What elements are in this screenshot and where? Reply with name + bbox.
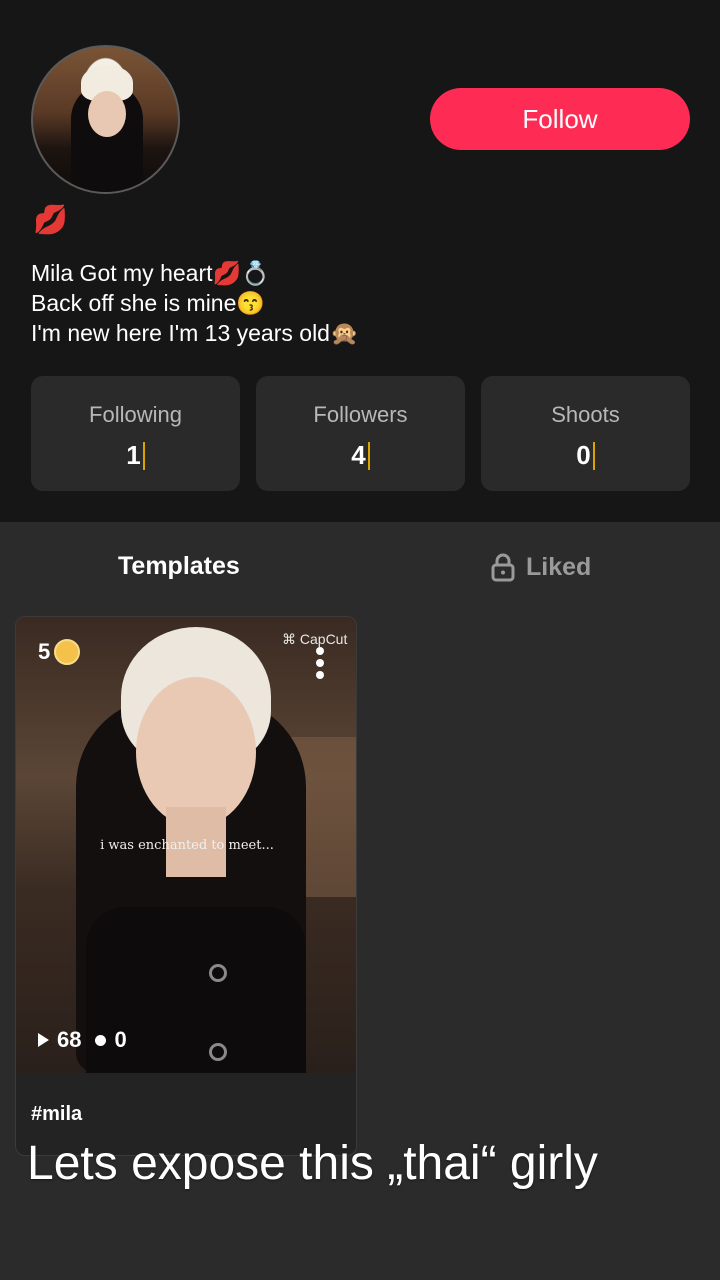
kiss-emoji-icon: 💋 [33, 204, 68, 235]
bio-line: I'm new here I'm 13 years old🙊 [31, 320, 359, 346]
profile-header: Follow 💋 Mila Got my heart💋💍 Back off sh… [0, 0, 720, 522]
stat-value: 4 [351, 440, 366, 470]
stat-followers[interactable]: Followers 4 [256, 376, 465, 491]
bio-line: Mila Got my heart💋💍 [31, 260, 270, 286]
play-count: 68 [57, 1027, 82, 1052]
tab-liked-label: Liked [526, 552, 592, 581]
capcut-logo-icon: ⌘ [282, 631, 296, 647]
stat-label: Shoots [551, 402, 620, 427]
stat-label: Following [89, 402, 182, 427]
top-bar-cutoff [0, 0, 720, 4]
tab-templates[interactable]: Templates [118, 552, 240, 581]
coin-icon [54, 639, 81, 665]
avatar[interactable] [31, 45, 180, 194]
bio: Mila Got my heart💋💍 Back off she is mine… [31, 258, 359, 348]
coin-count-value: 5 [38, 639, 51, 664]
capcut-watermark: ⌘ CapCut [282, 631, 347, 648]
template-card[interactable]: 5 ⌘ CapCut i was enchanted to meet... 68… [15, 616, 357, 1156]
template-tag[interactable]: #mila [31, 1103, 82, 1126]
bio-line: Back off she is mine😙 [31, 290, 266, 316]
stat-shoots[interactable]: Shoots 0 [481, 376, 690, 491]
comment-dot-icon [95, 1034, 107, 1046]
play-icon [38, 1033, 49, 1047]
text-caret [592, 442, 595, 470]
video-caption: i was enchanted to meet... [100, 838, 274, 853]
coin-count: 5 [38, 639, 81, 665]
lock-icon [490, 552, 516, 582]
follow-button[interactable]: Follow [430, 88, 690, 150]
comment-count: 0 [114, 1027, 127, 1052]
stat-label: Followers [313, 402, 408, 427]
template-thumbnail[interactable]: 5 ⌘ CapCut i was enchanted to meet... 68… [16, 617, 356, 1073]
overlay-text: Lets expose this „thai“ girly [27, 1137, 598, 1190]
stat-following[interactable]: Following 1 [31, 376, 240, 491]
stat-value: 1 [126, 440, 141, 470]
more-options-icon[interactable] [314, 647, 326, 687]
card-metrics: 68 0 [38, 1027, 127, 1053]
tab-liked[interactable]: Liked [490, 552, 591, 582]
text-caret [367, 442, 370, 470]
stat-value: 0 [576, 440, 591, 470]
capcut-brand: CapCut [299, 631, 348, 647]
text-caret [142, 442, 145, 470]
